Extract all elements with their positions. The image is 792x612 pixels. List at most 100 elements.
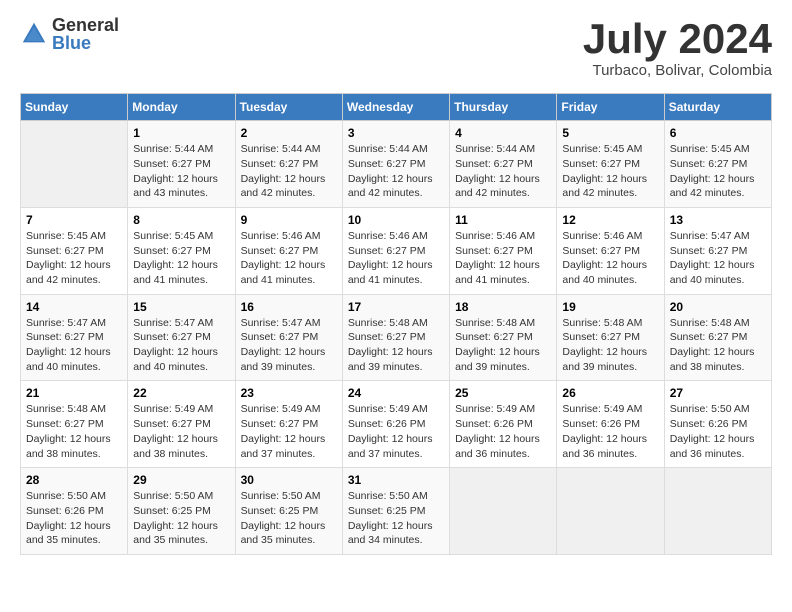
calendar-cell: 15 Sunrise: 5:47 AM Sunset: 6:27 PM Dayli… <box>128 294 235 381</box>
calendar-cell: 25 Sunrise: 5:49 AM Sunset: 6:26 PM Dayli… <box>450 381 557 468</box>
day-info: Sunrise: 5:48 AM Sunset: 6:27 PM Dayligh… <box>562 316 658 375</box>
calendar-cell: 30 Sunrise: 5:50 AM Sunset: 6:25 PM Dayli… <box>235 468 342 555</box>
day-number: 27 <box>670 386 766 400</box>
day-number: 9 <box>241 213 337 227</box>
header-cell-tuesday: Tuesday <box>235 94 342 121</box>
day-info: Sunrise: 5:48 AM Sunset: 6:27 PM Dayligh… <box>26 402 122 461</box>
calendar-cell: 26 Sunrise: 5:49 AM Sunset: 6:26 PM Dayli… <box>557 381 664 468</box>
day-number: 12 <box>562 213 658 227</box>
logo-general-text: General <box>52 16 119 34</box>
day-number: 21 <box>26 386 122 400</box>
day-info: Sunrise: 5:44 AM Sunset: 6:27 PM Dayligh… <box>348 142 444 201</box>
day-number: 10 <box>348 213 444 227</box>
day-number: 13 <box>670 213 766 227</box>
header-cell-wednesday: Wednesday <box>342 94 449 121</box>
calendar-cell <box>664 468 771 555</box>
week-row-1: 1 Sunrise: 5:44 AM Sunset: 6:27 PM Daylig… <box>21 121 772 208</box>
header-cell-thursday: Thursday <box>450 94 557 121</box>
day-info: Sunrise: 5:49 AM Sunset: 6:27 PM Dayligh… <box>133 402 229 461</box>
day-number: 11 <box>455 213 551 227</box>
header-cell-sunday: Sunday <box>21 94 128 121</box>
day-info: Sunrise: 5:46 AM Sunset: 6:27 PM Dayligh… <box>562 229 658 288</box>
day-info: Sunrise: 5:50 AM Sunset: 6:26 PM Dayligh… <box>26 489 122 548</box>
day-info: Sunrise: 5:50 AM Sunset: 6:25 PM Dayligh… <box>241 489 337 548</box>
calendar-cell: 7Sunrise: 5:45 AM Sunset: 6:27 PM Daylig… <box>21 207 128 294</box>
day-info: Sunrise: 5:46 AM Sunset: 6:27 PM Dayligh… <box>348 229 444 288</box>
day-info: Sunrise: 5:47 AM Sunset: 6:27 PM Dayligh… <box>241 316 337 375</box>
day-number: 24 <box>348 386 444 400</box>
logo-icon <box>20 20 48 48</box>
day-info: Sunrise: 5:44 AM Sunset: 6:27 PM Dayligh… <box>455 142 551 201</box>
week-row-3: 14 Sunrise: 5:47 AM Sunset: 6:27 PM Dayli… <box>21 294 772 381</box>
calendar-cell: 10 Sunrise: 5:46 AM Sunset: 6:27 PM Dayli… <box>342 207 449 294</box>
day-info: Sunrise: 5:46 AM Sunset: 6:27 PM Dayligh… <box>455 229 551 288</box>
day-info: Sunrise: 5:49 AM Sunset: 6:26 PM Dayligh… <box>455 402 551 461</box>
header-cell-saturday: Saturday <box>664 94 771 121</box>
day-info: Sunrise: 5:49 AM Sunset: 6:26 PM Dayligh… <box>348 402 444 461</box>
header: General Blue July 2024 Turbaco, Bolivar,… <box>20 16 772 79</box>
calendar-cell: 27 Sunrise: 5:50 AM Sunset: 6:26 PM Dayli… <box>664 381 771 468</box>
day-number: 1 <box>133 126 229 140</box>
day-info: Sunrise: 5:50 AM Sunset: 6:25 PM Dayligh… <box>133 489 229 548</box>
calendar-cell: 28Sunrise: 5:50 AM Sunset: 6:26 PM Dayli… <box>21 468 128 555</box>
day-info: Sunrise: 5:47 AM Sunset: 6:27 PM Dayligh… <box>26 316 122 375</box>
day-info: Sunrise: 5:49 AM Sunset: 6:26 PM Dayligh… <box>562 402 658 461</box>
title-block: July 2024 Turbaco, Bolivar, Colombia <box>583 16 772 79</box>
day-info: Sunrise: 5:47 AM Sunset: 6:27 PM Dayligh… <box>133 316 229 375</box>
day-number: 17 <box>348 300 444 314</box>
day-number: 20 <box>670 300 766 314</box>
day-info: Sunrise: 5:48 AM Sunset: 6:27 PM Dayligh… <box>348 316 444 375</box>
day-info: Sunrise: 5:44 AM Sunset: 6:27 PM Dayligh… <box>241 142 337 201</box>
calendar-cell: 12 Sunrise: 5:46 AM Sunset: 6:27 PM Dayli… <box>557 207 664 294</box>
day-number: 18 <box>455 300 551 314</box>
calendar-cell: 6 Sunrise: 5:45 AM Sunset: 6:27 PM Daylig… <box>664 121 771 208</box>
calendar-cell: 18Sunrise: 5:48 AM Sunset: 6:27 PM Dayli… <box>450 294 557 381</box>
calendar-cell: 8Sunrise: 5:45 AM Sunset: 6:27 PM Daylig… <box>128 207 235 294</box>
location: Turbaco, Bolivar, Colombia <box>583 62 772 79</box>
day-number: 16 <box>241 300 337 314</box>
day-number: 6 <box>670 126 766 140</box>
day-info: Sunrise: 5:50 AM Sunset: 6:25 PM Dayligh… <box>348 489 444 548</box>
day-info: Sunrise: 5:50 AM Sunset: 6:26 PM Dayligh… <box>670 402 766 461</box>
calendar-cell: 3Sunrise: 5:44 AM Sunset: 6:27 PM Daylig… <box>342 121 449 208</box>
calendar-cell: 4Sunrise: 5:44 AM Sunset: 6:27 PM Daylig… <box>450 121 557 208</box>
calendar-cell: 23 Sunrise: 5:49 AM Sunset: 6:27 PM Dayli… <box>235 381 342 468</box>
calendar-cell: 24 Sunrise: 5:49 AM Sunset: 6:26 PM Dayli… <box>342 381 449 468</box>
day-number: 7 <box>26 213 122 227</box>
calendar-cell: 11 Sunrise: 5:46 AM Sunset: 6:27 PM Dayli… <box>450 207 557 294</box>
day-number: 23 <box>241 386 337 400</box>
week-row-4: 21 Sunrise: 5:48 AM Sunset: 6:27 PM Dayli… <box>21 381 772 468</box>
calendar-cell: 19 Sunrise: 5:48 AM Sunset: 6:27 PM Dayli… <box>557 294 664 381</box>
day-info: Sunrise: 5:45 AM Sunset: 6:27 PM Dayligh… <box>562 142 658 201</box>
calendar-cell: 16 Sunrise: 5:47 AM Sunset: 6:27 PM Dayli… <box>235 294 342 381</box>
calendar-cell: 13Sunrise: 5:47 AM Sunset: 6:27 PM Dayli… <box>664 207 771 294</box>
day-number: 31 <box>348 473 444 487</box>
day-number: 19 <box>562 300 658 314</box>
day-number: 25 <box>455 386 551 400</box>
calendar-cell <box>450 468 557 555</box>
day-info: Sunrise: 5:49 AM Sunset: 6:27 PM Dayligh… <box>241 402 337 461</box>
day-number: 26 <box>562 386 658 400</box>
calendar-cell: 5 Sunrise: 5:45 AM Sunset: 6:27 PM Daylig… <box>557 121 664 208</box>
day-number: 15 <box>133 300 229 314</box>
calendar-cell: 2 Sunrise: 5:44 AM Sunset: 6:27 PM Daylig… <box>235 121 342 208</box>
day-info: Sunrise: 5:46 AM Sunset: 6:27 PM Dayligh… <box>241 229 337 288</box>
logo-blue-text: Blue <box>52 34 119 52</box>
day-number: 5 <box>562 126 658 140</box>
day-number: 29 <box>133 473 229 487</box>
day-number: 30 <box>241 473 337 487</box>
day-number: 2 <box>241 126 337 140</box>
week-row-2: 7 Sunrise: 5:45 AM Sunset: 6:27 PM Daylig… <box>21 207 772 294</box>
day-number: 22 <box>133 386 229 400</box>
header-row: SundayMondayTuesdayWednesdayThursdayFrid… <box>21 94 772 121</box>
page: General Blue July 2024 Turbaco, Bolivar,… <box>0 0 792 571</box>
week-row-5: 28Sunrise: 5:50 AM Sunset: 6:26 PM Dayli… <box>21 468 772 555</box>
day-info: Sunrise: 5:45 AM Sunset: 6:27 PM Dayligh… <box>133 229 229 288</box>
header-cell-monday: Monday <box>128 94 235 121</box>
calendar-cell: 22 Sunrise: 5:49 AM Sunset: 6:27 PM Dayli… <box>128 381 235 468</box>
day-number: 14 <box>26 300 122 314</box>
logo-text: General Blue <box>52 16 119 52</box>
day-info: Sunrise: 5:48 AM Sunset: 6:27 PM Dayligh… <box>670 316 766 375</box>
day-info: Sunrise: 5:45 AM Sunset: 6:27 PM Dayligh… <box>670 142 766 201</box>
calendar-cell: 14 Sunrise: 5:47 AM Sunset: 6:27 PM Dayli… <box>21 294 128 381</box>
